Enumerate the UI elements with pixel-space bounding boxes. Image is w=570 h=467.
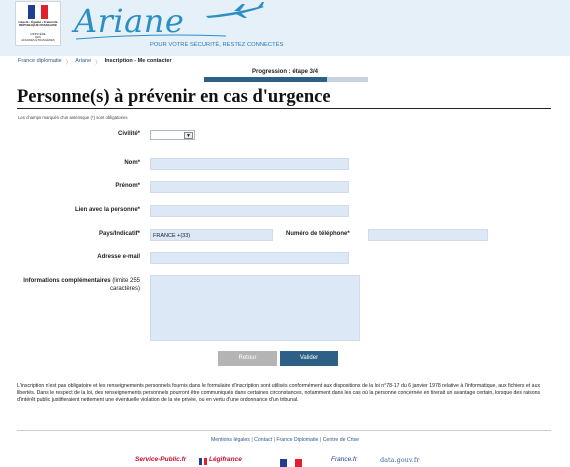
- french-flag-icon: [280, 459, 302, 467]
- lien-label: Lien avec la personne*: [74, 207, 140, 213]
- footer-link-france-diplomatie[interactable]: France Diplomatie: [276, 437, 318, 443]
- retour-button[interactable]: Retour: [218, 351, 277, 366]
- footer-link-contact[interactable]: Contact: [254, 437, 272, 443]
- republique-francaise-logo[interactable]: Liberté • Égalité • Fraternité RÉPUBLIQU…: [15, 1, 61, 46]
- lien-input[interactable]: [150, 205, 349, 217]
- civilite-label: Civilité*: [117, 131, 140, 137]
- infos-label: Informations complémentaires (limite 255…: [23, 278, 140, 292]
- pays-indicatif-select[interactable]: FRANCE +(33): [150, 229, 273, 241]
- swoosh-icon: [76, 34, 226, 40]
- partner-logos: Service-Public.fr Légifrance France.fr d…: [135, 456, 445, 467]
- service-public-logo[interactable]: Service-Public.fr: [135, 456, 186, 463]
- prenom-input[interactable]: [150, 181, 349, 193]
- airplane-icon: [206, 2, 264, 18]
- breadcrumb-separator-icon: 〉: [65, 60, 72, 66]
- progress-fill: [204, 77, 327, 82]
- civilite-select[interactable]: ▼: [150, 130, 195, 140]
- legal-notice: L'inscription n'est pas obligatoire et l…: [17, 383, 541, 404]
- title-divider: [17, 108, 551, 109]
- nom-input[interactable]: [150, 158, 349, 170]
- site-header: Liberté • Égalité • Fraternité RÉPUBLIQU…: [0, 0, 570, 56]
- ariane-logo[interactable]: Ariane POUR VOTRE SÉCURITÉ, RESTEZ CONNE…: [62, 0, 302, 56]
- breadcrumb-link-france-diplomatie[interactable]: France diplomatie: [18, 58, 62, 66]
- chevron-down-icon[interactable]: ▼: [184, 132, 193, 139]
- france-fr-logo[interactable]: France.fr: [331, 456, 357, 463]
- email-label: Adresse e-mail: [97, 254, 140, 260]
- footer-link-centre-de-crise[interactable]: Centre de Crise: [323, 437, 359, 443]
- progress-label: Progression : étape 3/4: [251, 69, 319, 75]
- footer-link-mentions-legales[interactable]: Mentions légales: [211, 437, 250, 443]
- telephone-input[interactable]: [368, 229, 488, 241]
- progress-bar: [204, 77, 368, 82]
- breadcrumb-current: Inscription - Me contacter: [104, 58, 172, 64]
- french-flag-icon: [28, 5, 49, 19]
- telephone-label: Numéro de téléphone*: [286, 231, 350, 237]
- email-input[interactable]: [150, 252, 349, 264]
- footer-links: Mentions légales | Contact | France Dipl…: [210, 437, 360, 443]
- data-gouv-logo[interactable]: data.gouv.fr: [380, 456, 419, 464]
- pays-label: Pays/Indicatif*: [98, 231, 140, 237]
- prenom-label: Prénom*: [115, 183, 140, 189]
- infos-hint: (limite 255 caractères): [109, 278, 140, 292]
- required-fields-note: Les champs marqués d'un astérisque (*) s…: [18, 115, 128, 120]
- page-title: Personne(s) à prévenir en cas d'urgence: [17, 87, 331, 107]
- infos-textarea[interactable]: [150, 275, 360, 341]
- valider-button[interactable]: Valider: [280, 351, 338, 366]
- tagline: POUR VOTRE SÉCURITÉ, RESTEZ CONNECTÉS: [150, 42, 284, 48]
- breadcrumb-separator-icon: 〉: [95, 60, 101, 66]
- french-flag-icon: [199, 458, 208, 465]
- breadcrumb-link-ariane[interactable]: Ariane: [75, 58, 91, 66]
- legifrance-logo[interactable]: Légifrance: [209, 456, 242, 463]
- breadcrumb: France diplomatie 〉 Ariane 〉 Inscription…: [18, 58, 172, 66]
- footer-divider: [17, 430, 551, 431]
- nom-label: Nom*: [124, 160, 140, 166]
